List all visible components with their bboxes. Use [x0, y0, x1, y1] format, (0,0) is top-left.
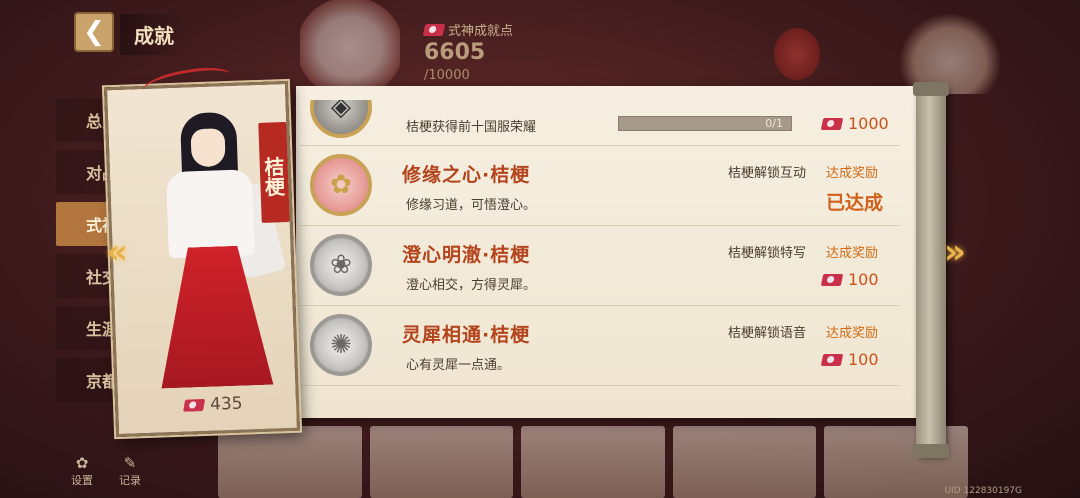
chevron-right-icon: »	[944, 232, 966, 272]
achievement-name: 灵犀相通·桔梗	[402, 324, 531, 346]
page-title: 成就	[120, 14, 188, 55]
claim-reward-link[interactable]: 达成奖励	[826, 322, 878, 341]
ticket-icon	[820, 117, 844, 130]
progress-text: 0/1	[765, 117, 783, 130]
claim-reward-link[interactable]: 达成奖励	[826, 242, 878, 261]
achievement-points-value: 6605	[424, 40, 486, 65]
character-robe	[165, 169, 255, 259]
character-portrait	[138, 105, 287, 389]
achievement-reward: 1000	[820, 114, 889, 133]
ticket-icon	[820, 273, 844, 286]
achievement-points-label: 式神成就点	[422, 20, 514, 39]
character-cost-value: 435	[209, 393, 243, 415]
reward-amount: 100	[848, 270, 879, 289]
ticket-icon	[183, 398, 206, 412]
unlock-reward-text: 桔梗解锁特写	[728, 246, 807, 261]
ticket-icon	[422, 23, 446, 36]
scroll-roller	[913, 82, 949, 458]
background-card	[218, 426, 362, 498]
achievement-list[interactable]: ◈ 桔梗获得前十国服荣耀 0/1 1000 ✿ 修缘之心·桔梗 修缘习道，可悟澄…	[300, 100, 900, 406]
achievement-row: ◈ 桔梗获得前十国服荣耀 0/1 1000	[300, 100, 900, 146]
achievement-desc: 修缘习道，可悟澄心。	[406, 198, 537, 213]
achievement-reward: 100	[820, 350, 879, 369]
unlock-reward-text: 桔梗解锁互动	[728, 166, 807, 181]
settings-label: 设置	[71, 474, 93, 487]
character-name-tag: 桔梗	[258, 121, 290, 223]
flower-badge-icon: ✿	[310, 154, 372, 216]
uid-text: UID 122830197G	[944, 486, 1022, 496]
unlock-reward-text: 桔梗解锁语音	[728, 326, 807, 341]
achievement-desc: 澄心相交，方得灵犀。	[406, 278, 537, 293]
gear-icon: ✿	[75, 454, 89, 472]
reward-amount: 1000	[848, 114, 889, 133]
achievement-row: ❀ 澄心明澈·桔梗 澄心相交，方得灵犀。 桔梗解锁特写 达成奖励 100	[300, 226, 900, 306]
prev-character-button[interactable]: «	[106, 232, 128, 272]
points-label-text: 式神成就点	[448, 24, 514, 39]
background-card-strip	[218, 426, 968, 498]
achievement-desc: 心有灵犀一点通。	[406, 358, 511, 373]
achievement-name: 澄心明澈·桔梗	[402, 244, 531, 266]
daruma-decoration	[774, 28, 820, 80]
achievement-reward: 100	[820, 270, 879, 289]
chevron-left-icon: «	[106, 232, 128, 272]
back-arrow-icon: ❮	[83, 17, 105, 47]
settings-button[interactable]: ✿ 设置	[64, 454, 100, 488]
achievement-row: ✺ 灵犀相通·桔梗 心有灵犀一点通。 桔梗解锁语音 达成奖励 100	[300, 306, 900, 386]
fox-mask-decoration	[300, 0, 400, 86]
character-cost: 435	[183, 393, 243, 416]
claim-reward-link[interactable]: 达成奖励	[826, 162, 878, 181]
ticket-icon	[820, 353, 844, 366]
character-card[interactable]: 桔梗 435	[103, 80, 301, 438]
record-button[interactable]: ✎ 记录	[112, 454, 148, 488]
achievement-desc: 桔梗获得前十国服荣耀	[406, 120, 537, 135]
emblem-icon: ◈	[310, 100, 372, 138]
achievement-progress-bar: 0/1	[618, 116, 792, 131]
reward-amount: 100	[848, 350, 879, 369]
record-label: 记录	[119, 474, 141, 487]
achievement-name: 修缘之心·桔梗	[402, 164, 531, 186]
character-face	[190, 128, 226, 168]
background-card	[672, 426, 817, 498]
achievement-row: ✿ 修缘之心·桔梗 修缘习道，可悟澄心。 桔梗解锁互动 达成奖励 已达成	[300, 146, 900, 226]
achieved-status: 已达成	[826, 192, 884, 214]
silver-wheel-badge-icon: ✺	[310, 314, 372, 376]
background-card	[521, 426, 665, 498]
back-button[interactable]: ❮	[74, 12, 114, 52]
next-character-button[interactable]: »	[944, 232, 966, 272]
pen-icon: ✎	[123, 454, 137, 472]
achievement-points-max: /10000	[424, 68, 470, 83]
background-card	[369, 426, 514, 498]
silver-flower-badge-icon: ❀	[310, 234, 372, 296]
